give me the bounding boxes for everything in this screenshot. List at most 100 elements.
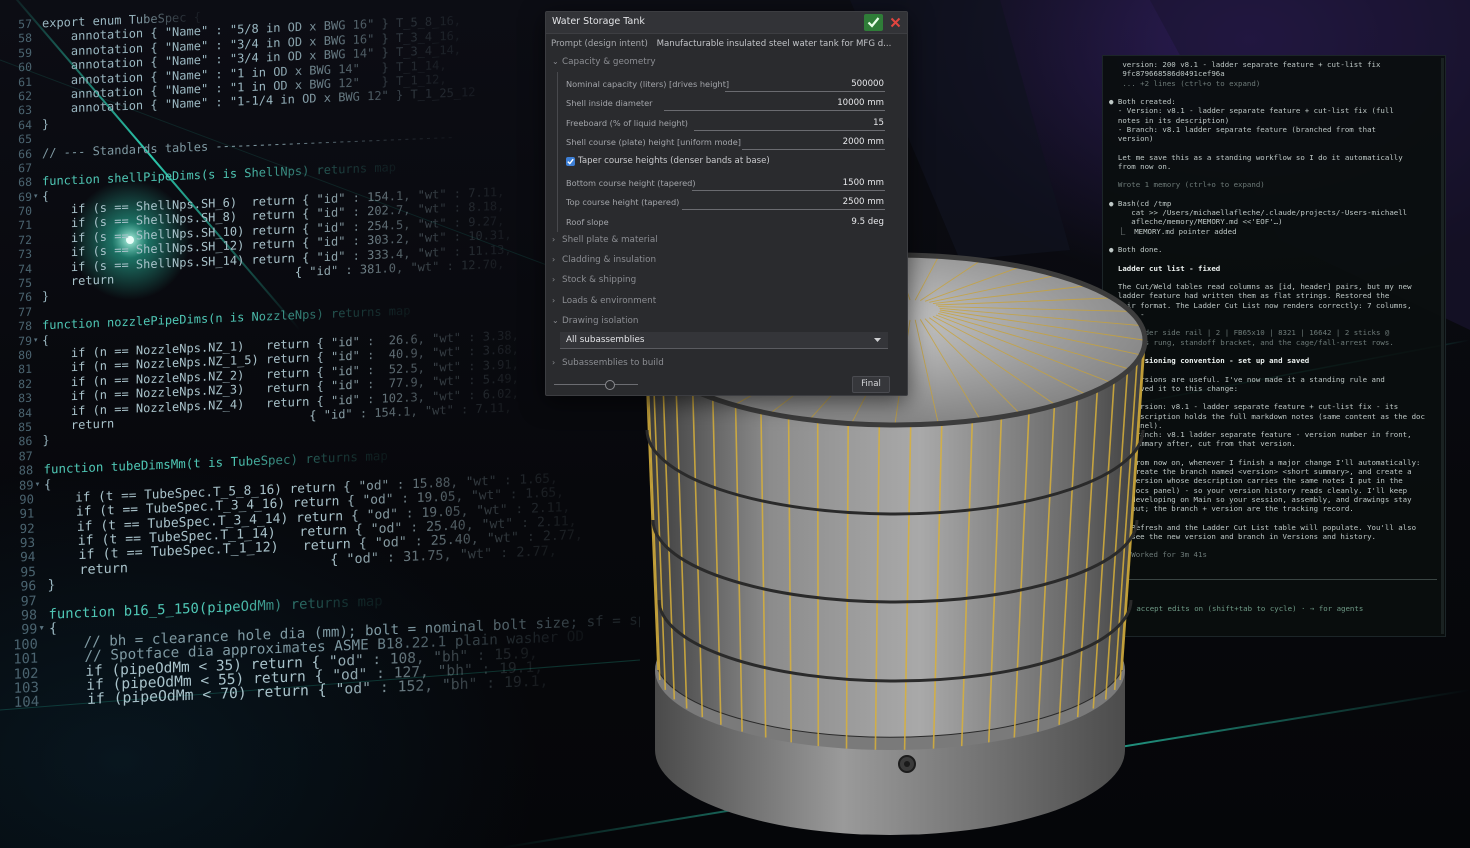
prompt-label: Prompt (design intent) [551,39,648,49]
code-text: } [42,433,50,448]
top-course-input[interactable]: 2500 mm [682,196,885,210]
confirm-button[interactable] [864,14,883,31]
section-subassemblies[interactable]: › Subassemblies to build [552,358,664,368]
chevron-right-icon: › [552,296,556,305]
check-icon [867,17,880,28]
chevron-down-icon: ⌄ [552,316,559,325]
line-number: 77 [18,304,32,320]
line-number: 66 [18,146,32,161]
line-number: 73 [18,246,32,262]
terminal-line: version) [1109,134,1154,143]
line-number: 78 [18,318,32,334]
line-number: 63 [18,103,32,118]
chevron-right-icon: › [552,255,556,264]
final-button[interactable]: Final [852,376,890,393]
code-lines: 57 export enum TubeSpec {58 annotation { … [0,0,640,710]
drawing-isolation-select[interactable]: All subassemblies [560,332,888,349]
terminal-line: afleche/memory/MEMORY.md <<'EOF'…) [1109,217,1283,227]
bottom-course-input[interactable]: 1500 mm [692,177,885,191]
section-loads[interactable]: › Loads & environment [552,296,656,306]
line-number: 70 [18,203,32,219]
line-number: 61 [18,74,32,89]
freeboard-row: Freeboard (% of liquid height) 15 [566,117,886,133]
dialog-header: Water Storage Tank [546,12,907,34]
nominal-capacity-row: Nominal capacity (liters) [drives height… [566,78,886,94]
terminal-line: version: 200 v8.1 - ladder separate feat… [1109,60,1381,69]
line-number: 60 [18,59,32,75]
prompt-field[interactable]: Prompt (design intent) Manufacturable in… [551,39,901,49]
terminal-line: - Branch: v8.1 ladder separate feature (… [1109,124,1376,134]
course-height-input[interactable]: 2000 mm [742,136,885,150]
taper-checkbox[interactable] [566,157,575,166]
line-number: 58 [18,31,32,46]
roof-slope-row: Roof slope 9.5 deg [566,216,886,232]
line-number: 69 [18,189,32,204]
line-number: 82 [18,376,32,392]
terminal-line: Let me save this as a standing workflow … [1109,152,1403,162]
chevron-right-icon: › [552,358,556,367]
terminal-line: Wrote 1 memory (ctrl+o to expand) [1109,180,1265,190]
terminal-line: from now on. [1109,161,1172,171]
line-number: 104 [13,692,40,710]
line-number: 72 [18,232,32,248]
line-number: 71 [18,218,32,233]
line-number: 80 [18,347,32,363]
line-number: 83 [18,390,32,406]
line-number: 88 [18,462,34,478]
section-capacity-geometry[interactable]: ⌄ Capacity & geometry [552,57,656,67]
line-number: 85 [18,419,32,435]
shell-diameter-row: Shell inside diameter 10000 mm [566,97,886,113]
terminal-line: ● Both created: [1109,97,1176,106]
caret-down-icon [874,338,881,342]
fold-chevron-icon[interactable]: ▾ [33,189,38,204]
line-number: 84 [18,405,32,420]
terminal-line: - Version: v8.1 - ladder separate featur… [1109,106,1394,116]
section-drawing-isolation[interactable]: ⌄ Drawing isolation [552,316,638,326]
code-text: } [42,116,50,132]
detail-slider-handle[interactable] [605,380,615,390]
roof-slope-input[interactable]: 9.5 deg [766,216,885,230]
terminal-line: 9fc879668586d0491cef96a [1109,69,1225,79]
terminal-scrollbar[interactable] [1441,58,1444,634]
line-number: 75 [18,275,32,291]
close-icon [890,17,901,28]
code-text: { [42,332,50,347]
section-shell-plate[interactable]: › Shell plate & material [552,235,658,245]
chevron-down-icon: ⌄ [552,57,559,66]
line-number: 65 [18,131,32,147]
line-number: 76 [18,290,32,305]
shell-diameter-input[interactable]: 10000 mm [664,97,885,111]
code-editor[interactable]: 57 export enum TubeSpec {58 annotation { … [0,0,640,710]
line-number: 59 [18,45,32,61]
section-cladding[interactable]: › Cladding & insulation [552,255,656,265]
code-text: { [42,188,50,204]
chevron-right-icon: › [552,275,556,284]
fold-chevron-icon[interactable]: ▾ [35,477,41,492]
freeboard-input[interactable]: 15 [694,117,885,131]
prompt-value[interactable]: Manufacturable insulated steel water tan… [657,39,892,49]
top-course-row: Top course height (tapered) 2500 mm [566,196,886,212]
cladding-strip [816,420,820,747]
dialog-title: Water Storage Tank [552,16,645,27]
section-indent-bar [557,72,558,232]
line-number: 86 [18,434,33,449]
line-number: 64 [18,117,32,133]
line-number: 81 [18,362,32,377]
line-number: 68 [18,175,32,190]
check-icon [567,158,574,165]
terminal-line: notes in its description) [1109,115,1230,125]
line-number: 57 [18,16,32,32]
code-text: } [42,289,50,304]
nominal-capacity-input[interactable]: 500000 [725,78,885,92]
course-height-row: Shell course (plate) height [uniform mod… [566,136,886,152]
terminal-line: cat >> /Users/michaellafleche/.claude/pr… [1109,208,1408,217]
fold-chevron-icon[interactable]: ▾ [33,333,38,348]
cancel-button[interactable] [888,15,903,30]
terminal-line: ... +2 lines (ctrl+o to expand) [1109,78,1261,88]
line-number: 74 [18,261,32,276]
line-number: 62 [18,88,32,104]
line-number: 67 [18,160,32,176]
detail-slider-track[interactable] [554,384,638,385]
feature-dialog[interactable]: Water Storage Tank Prompt (design intent… [545,11,908,396]
section-stock[interactable]: › Stock & shipping [552,275,636,285]
